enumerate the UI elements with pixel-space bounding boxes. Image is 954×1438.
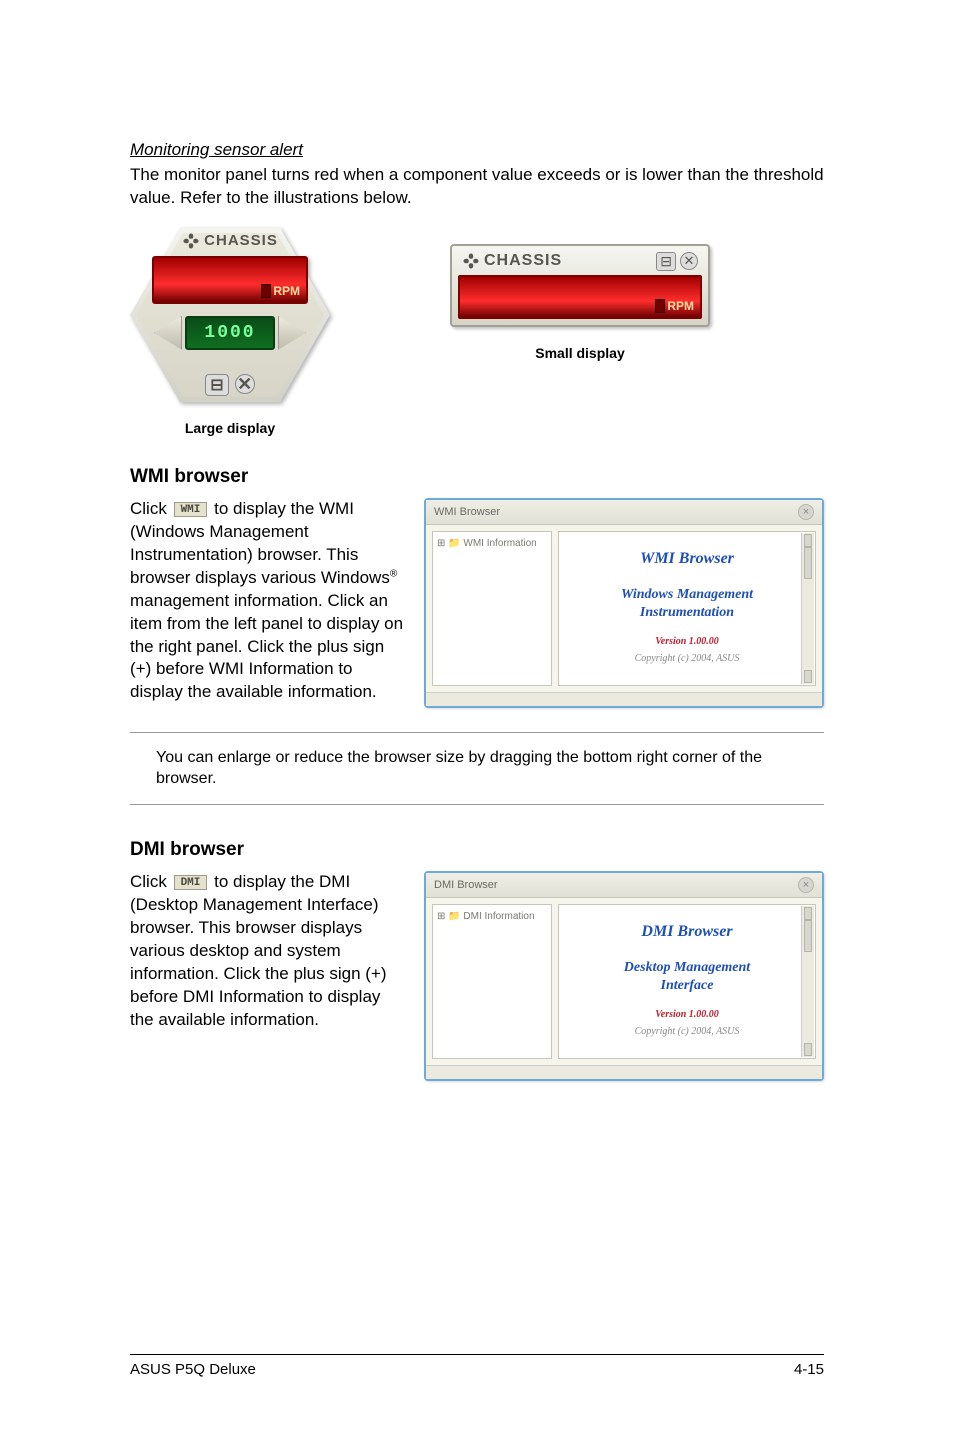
dmi-content-panel: DMI Browser Desktop Management Interface… <box>558 904 816 1059</box>
dmi-text-after: to display the DMI (Desktop Management I… <box>130 872 387 1029</box>
dmi-window-title: DMI Browser <box>434 879 498 891</box>
dmi-window-titlebar: DMI Browser × <box>426 873 822 898</box>
note-text: You can enlarge or reduce the browser si… <box>156 747 824 790</box>
wmi-content-panel: WMI Browser Windows Management Instrumen… <box>558 531 816 686</box>
rpm-label-text: RPM <box>273 284 300 298</box>
rpm-label-text-small: RPM <box>667 299 694 313</box>
alert-panel-small: RPM <box>458 275 702 319</box>
dmi-content-version: Version 1.00.00 <box>559 1009 815 1020</box>
wmi-text-before: Click <box>130 499 172 518</box>
large-display-caption: Large display <box>130 420 330 436</box>
wmi-resize-handle[interactable] <box>426 692 822 706</box>
scrollbar[interactable] <box>801 533 814 684</box>
wmi-text-after: management information. Click an item fr… <box>130 591 403 702</box>
alert-panel-large: RPM <box>152 256 308 304</box>
wmi-window-title: WMI Browser <box>434 506 500 518</box>
close-icon[interactable]: × <box>798 877 814 893</box>
dmi-content-copyright: Copyright (c) 2004, ASUS <box>559 1026 815 1037</box>
chassis-label-text-small: CHASSIS <box>484 252 562 270</box>
collapse-icon[interactable]: ⊟ <box>205 374 228 396</box>
dmi-tree-panel[interactable]: ⊞ 📁 DMI Information <box>432 904 552 1059</box>
wmi-button[interactable]: WMI <box>174 502 208 517</box>
expand-icon[interactable]: ⊟ <box>656 252 676 271</box>
scrollbar-thumb[interactable] <box>804 547 812 579</box>
scrollbar-thumb[interactable] <box>804 920 812 952</box>
close-icon[interactable]: ✕ <box>680 252 698 270</box>
wmi-two-column: Click WMI to display the WMI (Windows Ma… <box>130 498 824 708</box>
footer-page-number: 4-15 <box>794 1361 824 1378</box>
rpm-indicator-small: RPM <box>655 299 694 313</box>
large-display-block: CHASSIS RPM 1000 ⊟ ✕ Large display <box>130 220 330 436</box>
dmi-content-sub1: Desktop Management <box>559 959 815 977</box>
temp-readout: 1000 <box>185 316 275 350</box>
fan-icon <box>462 252 480 270</box>
wmi-window-titlebar: WMI Browser × <box>426 500 822 525</box>
wmi-content-sub2: Instrumentation <box>559 604 815 622</box>
wmi-tree-panel[interactable]: ⊞ 📁 WMI Information <box>432 531 552 686</box>
small-header: CHASSIS ⊟ ✕ <box>458 252 702 275</box>
page-footer: ASUS P5Q Deluxe 4-15 <box>130 1354 824 1378</box>
dmi-tree-root[interactable]: DMI Information <box>463 911 534 922</box>
dmi-resize-handle[interactable] <box>426 1065 822 1079</box>
chassis-large-display: CHASSIS RPM 1000 ⊟ ✕ <box>130 220 330 410</box>
scrollbar[interactable] <box>801 906 814 1057</box>
wmi-content-sub1: Windows Management <box>559 586 815 604</box>
registered-mark: ® <box>390 568 397 579</box>
wmi-content-version: Version 1.00.00 <box>559 636 815 647</box>
close-icon[interactable]: × <box>798 504 814 520</box>
rpm-square-icon <box>655 299 665 313</box>
chassis-label-large: CHASSIS <box>130 232 330 250</box>
hex-bottom-controls: ⊟ ✕ <box>130 374 330 396</box>
rpm-square-icon <box>261 284 271 298</box>
dmi-text-before: Click <box>130 872 172 891</box>
wmi-browser-window: WMI Browser × ⊞ 📁 WMI Information WMI Br… <box>424 498 824 708</box>
sensor-alert-text: The monitor panel turns red when a compo… <box>130 164 824 210</box>
rpm-indicator-large: RPM <box>261 284 300 298</box>
dmi-content-sub2: Interface <box>559 977 815 995</box>
chassis-small-display: CHASSIS ⊟ ✕ RPM <box>450 244 710 327</box>
fan-icon <box>182 232 200 250</box>
wmi-section-title: WMI browser <box>130 466 824 488</box>
dmi-paragraph: Click DMI to display the DMI (Desktop Ma… <box>130 871 404 1032</box>
dmi-two-column: Click DMI to display the DMI (Desktop Ma… <box>130 871 824 1081</box>
wmi-paragraph: Click WMI to display the WMI (Windows Ma… <box>130 498 404 704</box>
small-display-caption: Small display <box>450 345 710 361</box>
note-callout: You can enlarge or reduce the browser si… <box>130 732 824 805</box>
wmi-content-heading: WMI Browser <box>559 550 815 568</box>
dmi-content-heading: DMI Browser <box>559 923 815 941</box>
display-examples-row: CHASSIS RPM 1000 ⊟ ✕ Large display <box>130 220 824 436</box>
chassis-label-small: CHASSIS <box>462 252 562 270</box>
wmi-content-copyright: Copyright (c) 2004, ASUS <box>559 653 815 664</box>
chassis-label-text: CHASSIS <box>204 233 278 248</box>
close-icon[interactable]: ✕ <box>235 374 255 394</box>
small-display-block: CHASSIS ⊟ ✕ RPM Small display <box>450 244 710 361</box>
sensor-alert-heading: Monitoring sensor alert <box>130 140 824 160</box>
dmi-section-title: DMI browser <box>130 839 824 861</box>
footer-product: ASUS P5Q Deluxe <box>130 1361 256 1378</box>
dmi-button[interactable]: DMI <box>174 875 208 890</box>
dmi-browser-window: DMI Browser × ⊞ 📁 DMI Information DMI Br… <box>424 871 824 1081</box>
wmi-tree-root[interactable]: WMI Information <box>463 538 536 549</box>
